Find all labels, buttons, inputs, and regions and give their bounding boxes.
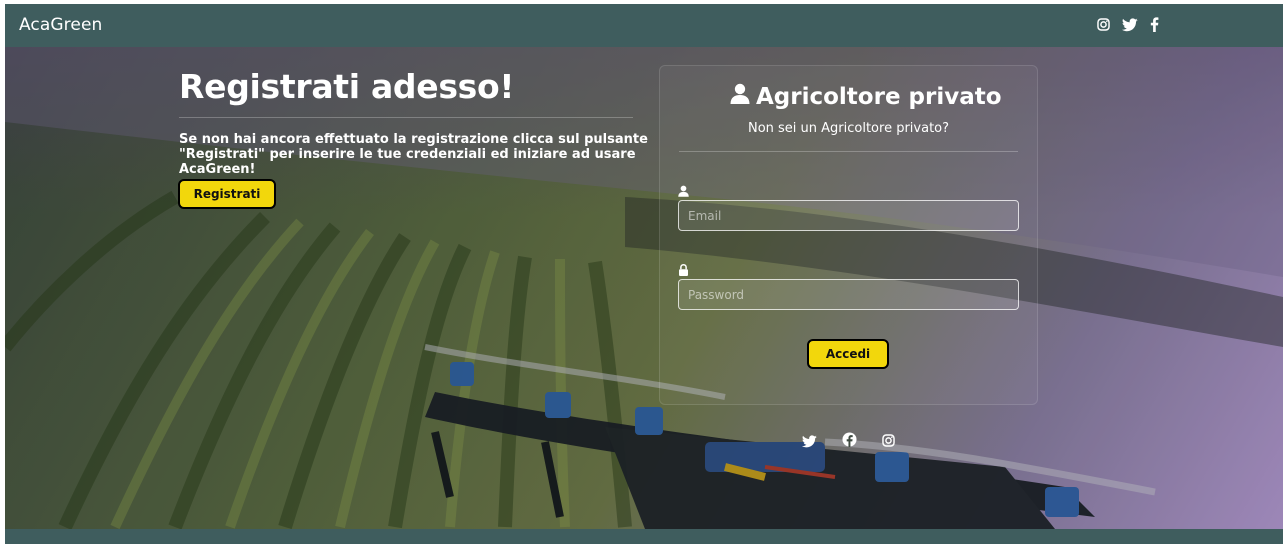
- register-divider: [179, 117, 633, 118]
- navbar: AcaGreen: [5, 4, 1283, 47]
- register-button[interactable]: Registrati: [178, 179, 276, 209]
- twitter-icon[interactable]: [1122, 17, 1138, 32]
- login-button[interactable]: Accedi: [807, 339, 889, 369]
- register-description: Se non hai ancora effettuato la registra…: [179, 132, 648, 177]
- register-title: Registrati adesso!: [179, 67, 515, 106]
- facebook-icon[interactable]: [1150, 17, 1159, 32]
- footer-bar: [5, 529, 1283, 544]
- login-title-text: Agricoltore privato: [756, 83, 1002, 110]
- instagram-icon[interactable]: [882, 432, 895, 451]
- login-subtitle[interactable]: Non sei un Agricoltore privato?: [659, 121, 1038, 136]
- navbar-social-icons: [1097, 17, 1159, 32]
- brand-logo[interactable]: AcaGreen: [19, 15, 102, 35]
- password-input[interactable]: [678, 279, 1019, 310]
- email-user-icon: [678, 182, 689, 201]
- field-drone-photo: [5, 47, 1283, 529]
- login-divider: [679, 151, 1018, 152]
- twitter-icon[interactable]: [801, 433, 817, 452]
- hero-background: [5, 47, 1283, 529]
- lock-icon: [678, 261, 689, 280]
- login-title: Agricoltore privato: [730, 83, 1002, 110]
- user-icon: [730, 83, 750, 110]
- email-input[interactable]: [678, 200, 1019, 231]
- instagram-icon[interactable]: [1097, 18, 1110, 31]
- facebook-icon[interactable]: [842, 432, 857, 451]
